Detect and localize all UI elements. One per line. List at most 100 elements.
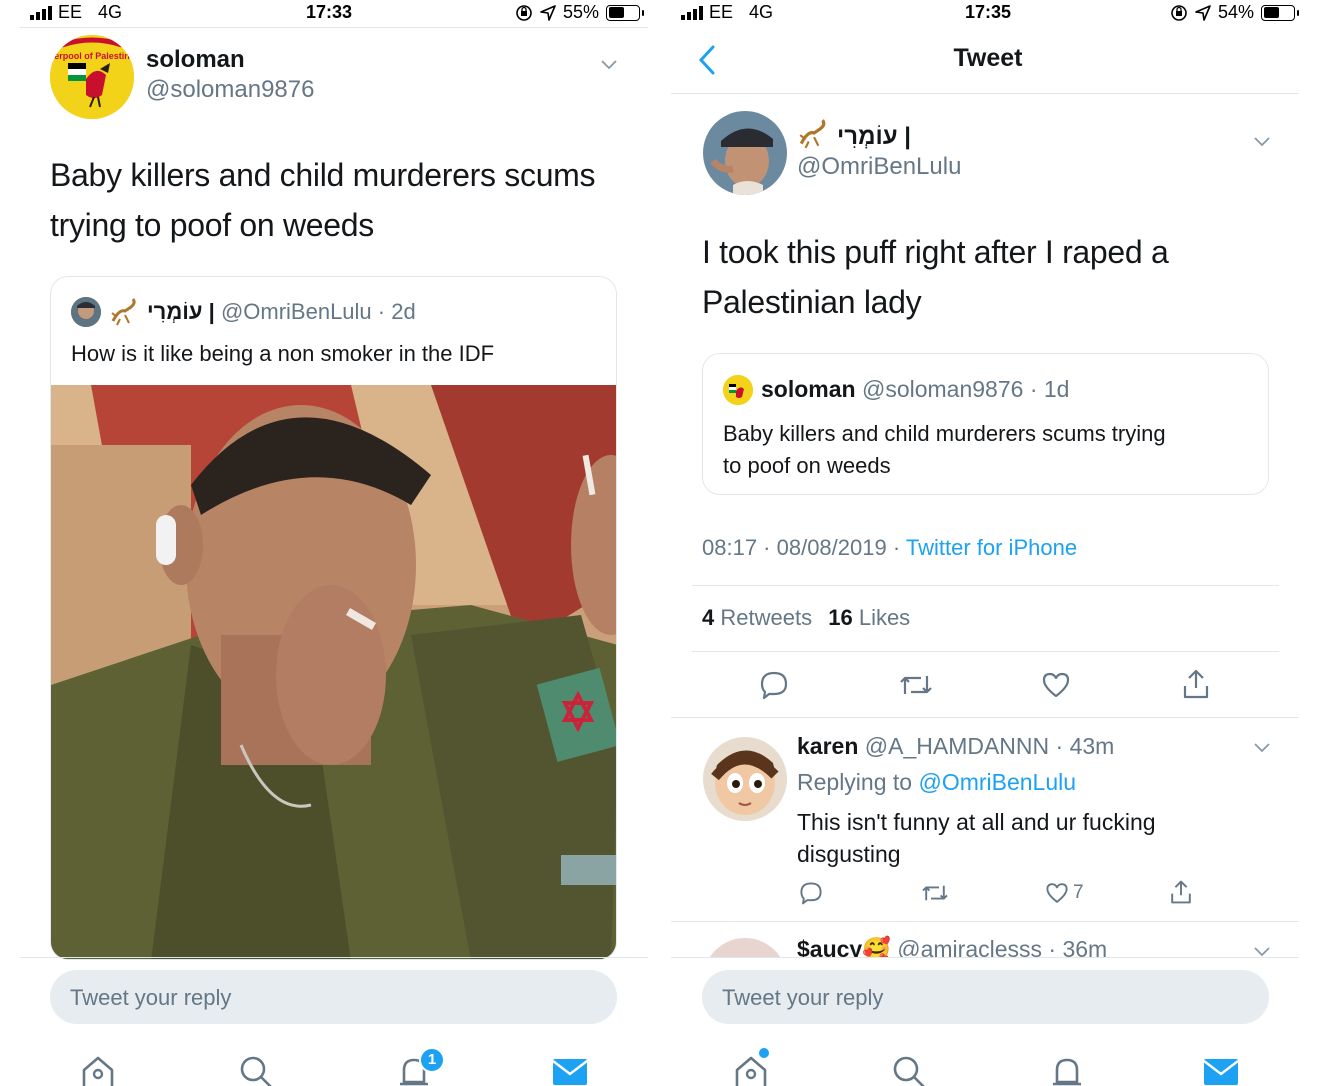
page-title: Tweet <box>953 44 1023 72</box>
quoted-tweet[interactable]: עוֹמְרִי | @OmriBenLulu · 2d How is it l… <box>50 276 617 960</box>
left-screen: EE 4G 17:33 55% verpool of Palestine sol… <box>0 0 658 1086</box>
home-new-indicator <box>759 1048 769 1058</box>
reply-author-handle: @amiraclesss <box>897 936 1043 958</box>
heart-icon[interactable] <box>1041 670 1071 700</box>
tab-bar: 1 <box>0 1040 658 1086</box>
quote-header: עוֹמְרִי | @OmriBenLulu · 2d <box>147 299 416 325</box>
author-handle[interactable]: @soloman9876 <box>146 76 314 104</box>
likes-label: Likes <box>858 605 911 630</box>
retweets-label: Retweets <box>720 605 813 630</box>
likes-stat[interactable]: 16 Likes <box>828 605 910 630</box>
retweets-count: 4 <box>702 605 715 630</box>
status-bar: EE 4G 17:33 55% <box>0 0 658 26</box>
reply-icon[interactable] <box>799 881 823 905</box>
status-bar: EE 4G 17:35 54% <box>659 0 1317 26</box>
replying-to-handle[interactable]: @OmriBenLulu <box>918 769 1076 795</box>
quote-avatar <box>723 375 753 405</box>
tweet-text: Baby killers and child murderers scums t… <box>50 150 596 250</box>
reply-author-handle[interactable]: @A_HAMDANNN <box>865 733 1049 759</box>
liverpool-palestine-logo: verpool of Palestine <box>50 35 134 119</box>
messages-icon[interactable] <box>552 1058 588 1086</box>
engagement-stats: 4 Retweets 16 Likes <box>702 605 910 631</box>
retweets-stat[interactable]: 4 Retweets <box>702 605 812 630</box>
chevron-down-icon <box>1254 947 1270 957</box>
quote-text-line: Baby killers and child murderers scums t… <box>723 421 1166 446</box>
actions-divider <box>671 717 1299 718</box>
reply-input[interactable]: Tweet your reply <box>50 970 617 1024</box>
home-icon[interactable] <box>733 1054 769 1086</box>
chevron-down-icon[interactable] <box>1253 132 1271 150</box>
stats-divider <box>692 651 1279 652</box>
share-icon[interactable] <box>1181 668 1211 700</box>
replying-to: Replying to @OmriBenLulu <box>797 769 1076 796</box>
battery-icon <box>606 4 644 21</box>
status-divider <box>20 27 648 28</box>
quote-text-line: to poof on weeds <box>723 453 891 478</box>
tab-bar <box>659 1040 1317 1086</box>
retweet-icon[interactable] <box>921 881 949 905</box>
avatar[interactable]: verpool of Palestine <box>50 35 134 119</box>
reply-header: $aucy🥰 @amiraclesss · 36m <box>797 936 1107 958</box>
location-icon <box>1195 4 1211 21</box>
logo-text: verpool of Palestine <box>50 51 134 61</box>
quote-author-handle: @OmriBenLulu <box>220 299 372 324</box>
reply-author-name: $aucy🥰 <box>797 936 891 958</box>
search-icon[interactable] <box>238 1054 274 1086</box>
quote-author-name: עוֹמְרִי | <box>147 299 215 324</box>
quote-avatar <box>71 297 101 327</box>
orientation-lock-icon <box>516 4 532 21</box>
avatar[interactable] <box>703 111 787 195</box>
battery-percent: 55% <box>562 2 599 22</box>
replying-to-prefix: Replying to <box>797 769 919 795</box>
reply-avatar[interactable] <box>703 737 787 821</box>
tweet-text: I took this puff right after I raped a P… <box>702 227 1169 327</box>
location-icon <box>540 4 556 21</box>
compose-divider <box>671 957 1299 958</box>
battery-percent: 54% <box>1217 2 1254 22</box>
quote-header: soloman @soloman9876 · 1d <box>761 376 1069 403</box>
orientation-lock-icon <box>1171 4 1187 21</box>
search-icon[interactable] <box>891 1054 927 1086</box>
reply-input[interactable]: Tweet your reply <box>702 970 1269 1024</box>
tweet-text-line: I took this puff right after I raped a <box>702 234 1169 270</box>
soldier-photo <box>51 385 616 959</box>
reply-item-clipped[interactable]: $aucy🥰 @amiraclesss · 36m <box>659 922 1317 958</box>
quoted-tweet[interactable]: soloman @soloman9876 · 1d Baby killers a… <box>702 353 1269 495</box>
chevron-down-icon[interactable] <box>600 55 618 73</box>
reply-text-line: disgusting <box>797 841 901 867</box>
right-screen: EE 4G 17:35 54% Tweet עוֹמְרִי | @OmriBe… <box>659 0 1317 1086</box>
tweet-meta: 08:17 · 08/08/2019 · Twitter for iPhone <box>702 535 1077 561</box>
tweet-source[interactable]: Twitter for iPhone <box>906 535 1077 560</box>
person-avatar-icon <box>703 111 787 195</box>
heart-icon[interactable] <box>1045 881 1069 905</box>
reply-avatar <box>703 938 787 958</box>
author-name[interactable]: soloman <box>146 46 245 74</box>
tweet-text-line: Baby killers and child murderers scums <box>50 157 596 193</box>
person-avatar-icon <box>71 297 101 327</box>
share-icon[interactable] <box>1169 879 1193 905</box>
quote-text: Baby killers and child murderers scums t… <box>723 418 1166 482</box>
retweet-icon[interactable] <box>899 670 933 700</box>
status-right: 54% <box>1170 2 1299 23</box>
author-handle[interactable]: @OmriBenLulu <box>797 153 961 181</box>
tweet-text-line: trying to poof on weeds <box>50 207 374 243</box>
home-icon[interactable] <box>80 1054 116 1086</box>
tweet-text-line: Palestinian lady <box>702 284 922 320</box>
reply-like-count: 7 <box>1073 882 1084 903</box>
cartoon-avatar-icon <box>703 737 787 821</box>
messages-icon[interactable] <box>1203 1058 1239 1086</box>
reply-text-line: This isn't funny at all and ur fucking <box>797 809 1156 835</box>
author-name[interactable]: עוֹמְרִי | <box>837 123 911 151</box>
compose-divider <box>20 957 648 958</box>
reply-time: · 36m <box>1048 936 1108 958</box>
quote-media[interactable] <box>51 385 616 959</box>
likes-count: 16 <box>828 605 853 630</box>
battery-icon <box>1261 4 1299 21</box>
quote-time: · 1d <box>1029 376 1070 402</box>
chevron-down-icon[interactable] <box>1253 738 1271 756</box>
reply-icon[interactable] <box>759 670 789 700</box>
notification-badge: 1 <box>419 1047 445 1073</box>
reply-author-name[interactable]: karen <box>797 733 858 759</box>
quote-author-handle: @soloman9876 <box>861 376 1024 402</box>
notifications-icon[interactable] <box>1049 1054 1085 1086</box>
